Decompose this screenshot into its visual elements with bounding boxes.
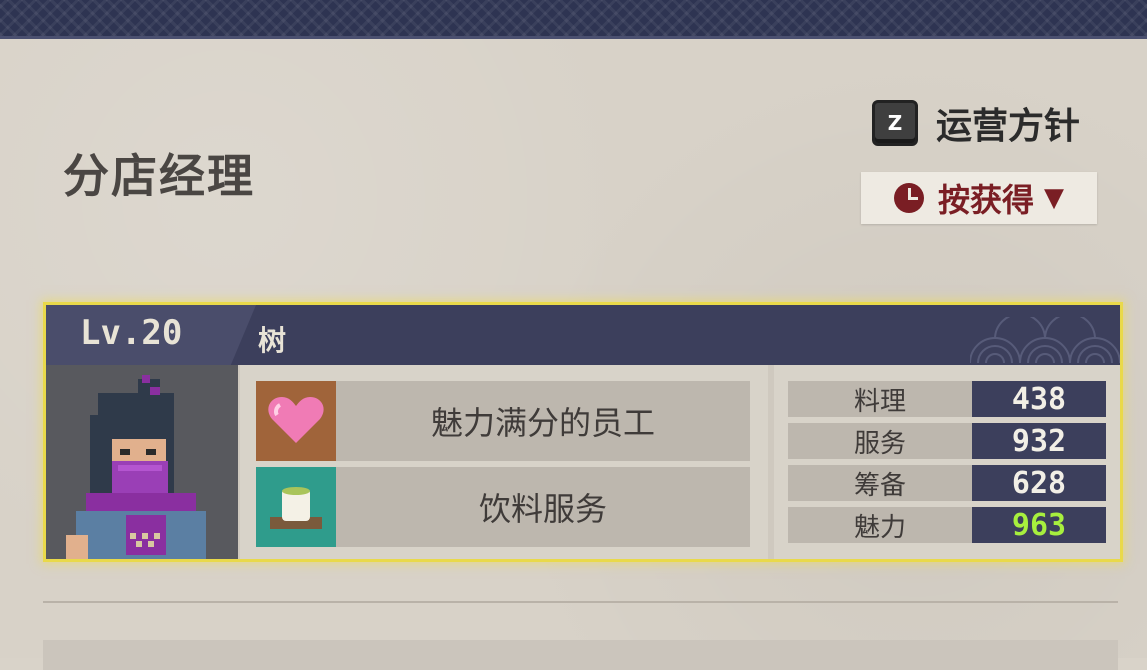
stat-row-charm: 魅力 963 [788,507,1106,543]
stat-value: 963 [972,507,1106,543]
employee-name: 树 [258,324,287,357]
stat-value: 628 [972,465,1106,501]
stat-row-service: 服务 932 [788,423,1106,459]
stat-value: 932 [972,423,1106,459]
caret-down-icon: ▼ [1044,183,1064,213]
stat-row-preparation: 筹备 628 [788,465,1106,501]
stat-label: 魅力 [853,512,906,543]
sort-dropdown[interactable]: 按获得 ▼ [861,172,1097,224]
divider [43,601,1118,603]
ninja-avatar-icon [46,365,238,559]
next-employee-card[interactable] [43,640,1118,670]
skills-panel: 魅力满分的员工 饮料服务 [240,365,768,559]
employee-card[interactable]: Lv.20 树 魅力满分的员工 饮料服务 料理 438 服务 932 筹备 62… [43,302,1123,562]
skill-item[interactable]: 魅力满分的员工 [256,381,750,461]
stat-value: 438 [972,381,1106,417]
skill-label: 饮料服务 [478,490,607,528]
tea-cup-icon [256,467,336,547]
page-title: 分店经理 [63,149,255,203]
card-header: Lv.20 树 [46,305,1120,365]
z-key-icon: Z [872,100,918,146]
skill-label: 魅力满分的员工 [430,404,655,442]
heart-icon [256,381,336,461]
clock-icon [893,183,924,213]
stats-panel: 料理 438 服务 932 筹备 628 魅力 963 [774,365,1120,559]
sort-label: 按获得 [937,181,1034,219]
level-text: Lv.20 [80,313,183,353]
policy-button[interactable]: Z 运营方针 [872,97,1080,149]
stat-row-cooking: 料理 438 [788,381,1106,417]
stat-label: 筹备 [853,470,906,501]
skill-item[interactable]: 饮料服务 [256,467,750,547]
stat-label: 料理 [853,386,906,417]
policy-label: 运营方针 [936,106,1081,147]
top-banner [0,0,1147,39]
employee-portrait [46,365,238,559]
stat-label: 服务 [853,428,906,459]
wave-pattern-icon [970,317,1120,363]
